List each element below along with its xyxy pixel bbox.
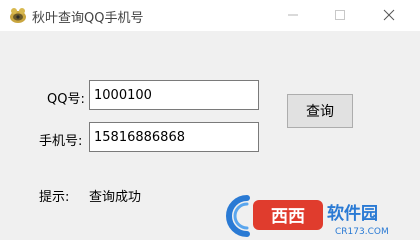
qq-label: QQ号: xyxy=(47,92,85,107)
watermark-logo: 西西 软件园 CR173.COM xyxy=(217,190,417,238)
watermark-site: CR173.COM xyxy=(335,227,389,237)
phone-label: 手机号: xyxy=(39,134,83,149)
app-window: 秋叶查询QQ手机号 QQ号: 手机号: 查询 提示: 查询成功 xyxy=(0,0,420,240)
window-title: 秋叶查询QQ手机号 xyxy=(32,11,144,26)
watermark-brand-part2: 软件园 xyxy=(327,203,378,224)
status-message: 查询成功 xyxy=(89,190,142,205)
close-icon xyxy=(383,9,395,21)
app-icon xyxy=(8,6,28,24)
maximize-icon xyxy=(335,10,345,20)
close-button[interactable] xyxy=(378,5,400,25)
phone-input[interactable] xyxy=(89,122,259,152)
maximize-button[interactable] xyxy=(329,5,351,25)
minimize-button[interactable] xyxy=(282,5,304,25)
qq-input[interactable] xyxy=(89,80,259,110)
title-bar[interactable]: 秋叶查询QQ手机号 xyxy=(0,0,420,31)
query-button[interactable]: 查询 xyxy=(287,94,353,128)
minimize-icon xyxy=(288,14,298,16)
tip-label: 提示: xyxy=(39,190,70,205)
watermark-brand-part1: 西西 xyxy=(271,207,305,227)
